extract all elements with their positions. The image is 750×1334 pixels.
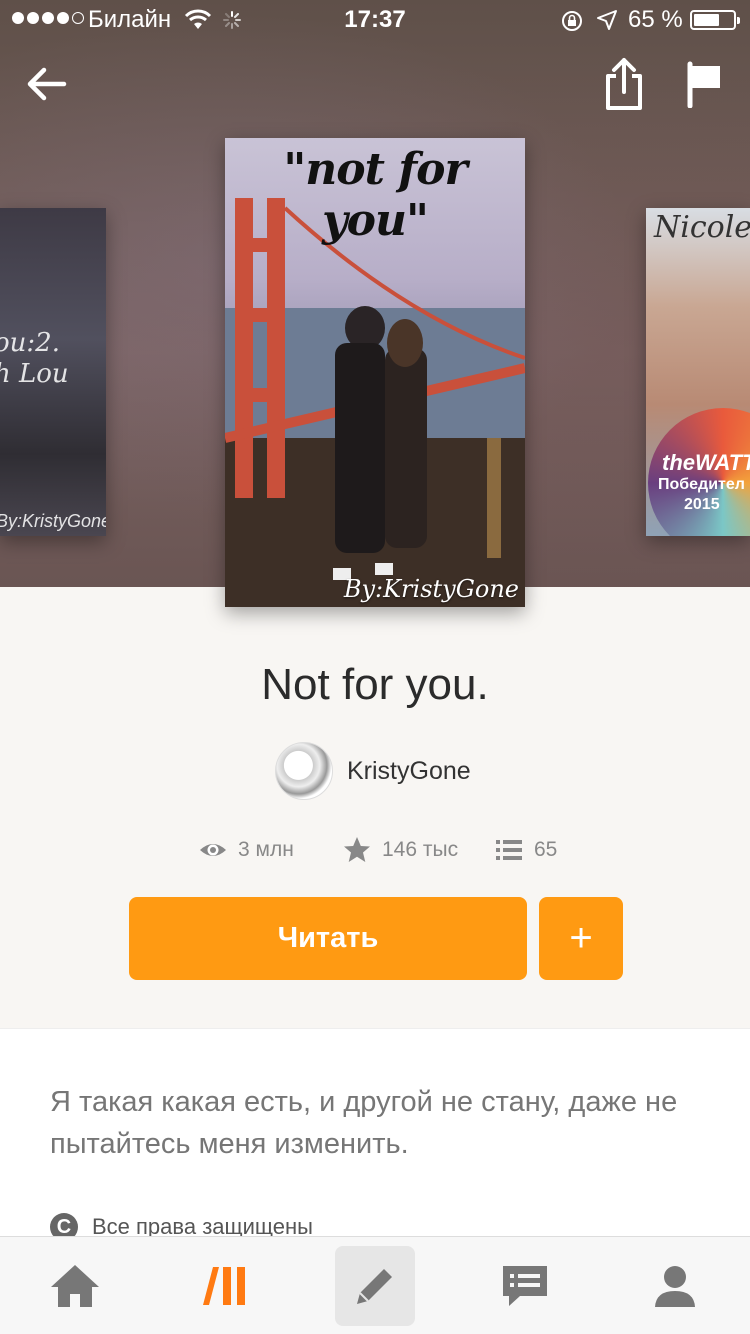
stat-parts: 65 <box>494 835 557 865</box>
description-card: Я такая какая есть, и другой не стану, д… <box>0 1028 750 1248</box>
messages-icon <box>503 1266 547 1306</box>
author-link[interactable]: KristyGone <box>275 742 471 800</box>
book-description: Я такая какая есть, и другой не стану, д… <box>50 1086 678 1160</box>
back-arrow-icon[interactable] <box>22 60 70 108</box>
rotation-lock-icon <box>562 11 582 31</box>
library-icon <box>203 1267 245 1305</box>
battery-percent: 65 % <box>628 6 683 33</box>
book-title: Not for you. <box>261 660 489 709</box>
cover-previous-title: ou:2. h Lou <box>0 328 69 390</box>
tab-library[interactable] <box>150 1237 300 1334</box>
author-name: KristyGone <box>347 756 471 785</box>
cover-title: "not for you" <box>283 144 467 246</box>
home-icon <box>51 1265 99 1307</box>
tab-home[interactable] <box>0 1237 150 1334</box>
author-avatar <box>275 742 333 800</box>
cover-previous-byline: By:KristyGone <box>0 511 106 531</box>
cover-next-title: Nicoles <box>654 210 750 245</box>
flag-icon[interactable] <box>682 60 726 108</box>
profile-icon <box>655 1266 695 1307</box>
read-button[interactable]: Читать <box>129 897 527 980</box>
views-count: 3 млн <box>238 838 294 861</box>
badge-year: 2015 <box>684 496 720 513</box>
eye-icon <box>200 844 226 856</box>
status-bar: Билайн 17:37 65 % <box>0 0 750 40</box>
parts-count: 65 <box>534 838 558 861</box>
star-icon <box>344 837 370 862</box>
list-icon <box>496 840 522 860</box>
share-icon[interactable] <box>600 56 648 112</box>
tab-profile[interactable] <box>600 1237 750 1334</box>
cover-previous-book[interactable]: ou:2. h Lou By:KristyGone <box>0 208 106 536</box>
battery-icon <box>690 10 740 30</box>
pencil-icon <box>357 1269 392 1304</box>
watty-award-badge: theWATTY Победител 2015 <box>648 408 750 536</box>
tab-bar <box>0 1236 750 1334</box>
stat-votes: 146 тыс <box>342 835 494 865</box>
tab-messages[interactable] <box>450 1237 600 1334</box>
badge-title: theWATTY <box>662 450 750 475</box>
add-to-library-button[interactable]: + <box>539 897 623 980</box>
votes-count: 146 тыс <box>382 838 459 861</box>
cover-current-book[interactable]: "not for you" By:KristyGone <box>225 138 525 607</box>
book-stats: 3 млн 146 тыс 65 <box>198 834 557 866</box>
cover-next-book[interactable]: Nicoles theWATTY Победител 2015 <box>646 208 750 536</box>
tab-write[interactable] <box>300 1237 450 1334</box>
location-icon <box>597 10 617 30</box>
stat-views: 3 млн <box>198 835 342 865</box>
badge-subtitle: Победител <box>658 476 745 493</box>
cover-byline: By:KristyGone <box>343 575 519 603</box>
